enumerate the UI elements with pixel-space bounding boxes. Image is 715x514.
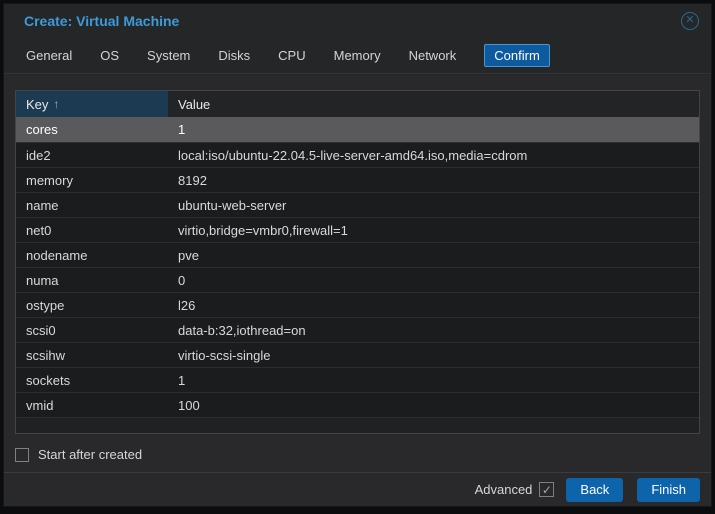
start-after-created-label: Start after created [38, 447, 142, 462]
advanced-checkbox-checked-icon[interactable]: ✓ [539, 482, 554, 497]
row-key: ostype [16, 298, 168, 313]
row-key: ide2 [16, 148, 168, 163]
row-key: name [16, 198, 168, 213]
table-row-scsihw[interactable]: scsihw virtio-scsi-single [16, 342, 699, 367]
row-value: l26 [168, 298, 699, 313]
table-row-ostype[interactable]: ostype l26 [16, 292, 699, 317]
create-vm-dialog: Create: Virtual Machine ✕ General OS Sys… [3, 3, 712, 507]
row-value: pve [168, 248, 699, 263]
column-header-key[interactable]: Key ↑ [16, 91, 168, 117]
row-key: scsihw [16, 348, 168, 363]
tab-general[interactable]: General [26, 44, 72, 67]
row-value: virtio-scsi-single [168, 348, 699, 363]
tab-bar: General OS System Disks CPU Memory Netwo… [4, 37, 711, 74]
row-key: memory [16, 173, 168, 188]
dialog-titlebar: Create: Virtual Machine ✕ [4, 4, 711, 37]
sort-ascending-icon: ↑ [53, 97, 59, 111]
table-row-net0[interactable]: net0 virtio,bridge=vmbr0,firewall=1 [16, 217, 699, 242]
row-value: ubuntu-web-server [168, 198, 699, 213]
tab-network[interactable]: Network [409, 44, 457, 67]
tab-confirm[interactable]: Confirm [484, 44, 550, 67]
row-key: cores [16, 122, 168, 137]
row-value: 8192 [168, 173, 699, 188]
row-key: net0 [16, 223, 168, 238]
table-row-cores[interactable]: cores 1 [16, 117, 699, 142]
row-value: data-b:32,iothread=on [168, 323, 699, 338]
confirm-panel: Key ↑ Value cores 1 ide2 local:iso/ubunt… [4, 75, 711, 472]
row-value: 0 [168, 273, 699, 288]
table-empty-space [16, 417, 699, 433]
row-value: 1 [168, 373, 699, 388]
back-button[interactable]: Back [566, 478, 623, 502]
check-glyph: ✓ [542, 484, 552, 496]
close-x-glyph: ✕ [685, 15, 694, 26]
table-row-vmid[interactable]: vmid 100 [16, 392, 699, 417]
row-key: sockets [16, 373, 168, 388]
confirm-settings-table: Key ↑ Value cores 1 ide2 local:iso/ubunt… [15, 90, 700, 434]
row-value: 1 [168, 122, 699, 137]
screen-background: Create: Virtual Machine ✕ General OS Sys… [0, 0, 715, 514]
finish-button[interactable]: Finish [637, 478, 700, 502]
start-after-created-option[interactable]: Start after created [15, 447, 142, 462]
table-row-memory[interactable]: memory 8192 [16, 167, 699, 192]
tab-disks[interactable]: Disks [218, 44, 250, 67]
row-key: scsi0 [16, 323, 168, 338]
row-value: 100 [168, 398, 699, 413]
checkbox-unchecked-icon[interactable] [15, 448, 29, 462]
column-header-key-label: Key [26, 97, 48, 112]
table-row-sockets[interactable]: sockets 1 [16, 367, 699, 392]
table-header-row: Key ↑ Value [16, 91, 699, 117]
tab-system[interactable]: System [147, 44, 190, 67]
table-body: cores 1 ide2 local:iso/ubuntu-22.04.5-li… [16, 117, 699, 433]
row-key: nodename [16, 248, 168, 263]
row-value: virtio,bridge=vmbr0,firewall=1 [168, 223, 699, 238]
close-icon[interactable]: ✕ [681, 12, 699, 30]
column-header-value-label: Value [178, 97, 210, 112]
table-row-nodename[interactable]: nodename pve [16, 242, 699, 267]
column-header-value[interactable]: Value [168, 91, 699, 117]
row-key: numa [16, 273, 168, 288]
table-row-numa[interactable]: numa 0 [16, 267, 699, 292]
table-row-scsi0[interactable]: scsi0 data-b:32,iothread=on [16, 317, 699, 342]
tab-memory[interactable]: Memory [334, 44, 381, 67]
row-value: local:iso/ubuntu-22.04.5-live-server-amd… [168, 148, 699, 163]
row-key: vmid [16, 398, 168, 413]
table-row-ide2[interactable]: ide2 local:iso/ubuntu-22.04.5-live-serve… [16, 142, 699, 167]
tab-os[interactable]: OS [100, 44, 119, 67]
dialog-title: Create: Virtual Machine [24, 13, 681, 29]
table-row-name[interactable]: name ubuntu-web-server [16, 192, 699, 217]
advanced-label: Advanced [475, 482, 533, 497]
tab-cpu[interactable]: CPU [278, 44, 305, 67]
dialog-footer: Advanced ✓ Back Finish [4, 472, 711, 506]
